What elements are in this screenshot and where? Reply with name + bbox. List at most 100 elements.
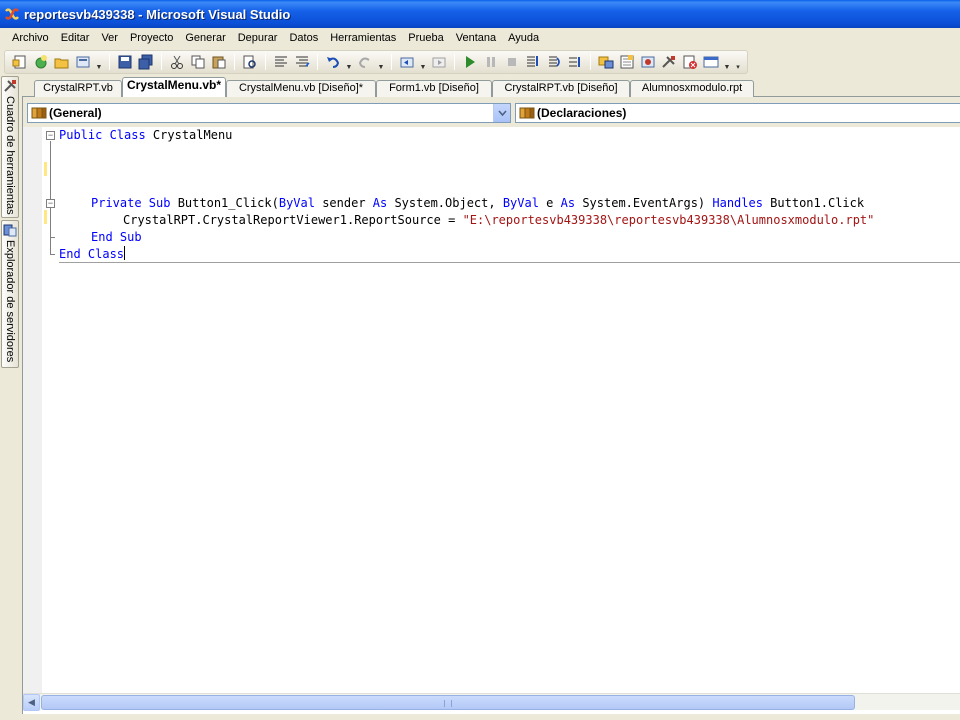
add-item-icon[interactable]	[74, 53, 92, 71]
copy-icon[interactable]	[189, 53, 207, 71]
uncomment-icon[interactable]	[293, 53, 311, 71]
scroll-left-icon[interactable]: ◀	[23, 694, 40, 711]
keyword: End Sub	[91, 230, 142, 244]
stop-debugging-icon[interactable]	[503, 53, 521, 71]
scrollbar-thumb[interactable]	[41, 695, 855, 710]
changed-line-marker	[44, 210, 47, 224]
server-explorer-side-label: Explorador de servidores	[4, 240, 16, 363]
code-text: System.EventArgs)	[575, 196, 713, 210]
code-line-7[interactable]: End Class	[59, 246, 126, 263]
outline-end	[50, 237, 55, 238]
menu-herramientas[interactable]: Herramientas	[324, 28, 402, 48]
selection-margin[interactable]	[23, 127, 42, 693]
code-text: Button1_Click(	[170, 196, 279, 210]
other-windows-icon[interactable]	[702, 53, 720, 71]
step-into-icon[interactable]	[524, 53, 542, 71]
undo-icon[interactable]	[324, 53, 342, 71]
horizontal-scrollbar[interactable]: ◀	[23, 693, 960, 711]
code-text-area[interactable]: − − Public Class CrystalMenu Private Sub…	[23, 127, 960, 693]
save-all-icon[interactable]	[137, 53, 155, 71]
navigate-forward-icon[interactable]	[430, 53, 448, 71]
class-name-value: (General)	[49, 106, 102, 120]
menu-depurar[interactable]: Depurar	[232, 28, 284, 48]
solution-explorer-icon[interactable]	[597, 53, 615, 71]
menu-archivo[interactable]: Archivo	[6, 28, 55, 48]
menu-prueba[interactable]: Prueba	[402, 28, 449, 48]
keyword: Public Class	[59, 128, 146, 142]
code-line-4[interactable]: Private Sub Button1_Click(ByVal sender A…	[91, 195, 864, 212]
tab-crystalrpt-vb-design[interactable]: CrystalRPT.vb [Diseño]	[492, 80, 630, 97]
toolbar-separator	[265, 54, 266, 70]
tab-alumnosxmodulo-rpt[interactable]: Alumnosxmodulo.rpt	[630, 80, 754, 97]
code-text: CrystalRPT.CrystalReportViewer1.ReportSo…	[123, 213, 463, 227]
redo-icon[interactable]	[356, 53, 374, 71]
navigate-backward-icon[interactable]	[398, 53, 416, 71]
find-icon[interactable]	[241, 53, 259, 71]
menu-datos[interactable]: Datos	[283, 28, 324, 48]
scrollbar-grip	[444, 700, 452, 707]
code-text: System.Object,	[387, 196, 503, 210]
toolbox-icon[interactable]	[660, 53, 678, 71]
class-name-combo[interactable]: (General)	[27, 103, 511, 123]
object-browser-icon[interactable]	[639, 53, 657, 71]
redo-dropdown-icon[interactable]: ▼	[377, 53, 385, 71]
document-tab-strip: CrystalRPT.vb CrystalMenu.vb* CrystalMen…	[22, 77, 960, 97]
menu-generar[interactable]: Generar	[179, 28, 231, 48]
code-text: CrystalMenu	[145, 128, 233, 142]
visual-studio-icon	[5, 8, 19, 20]
procedure-separator	[59, 262, 960, 263]
code-line-6[interactable]: End Sub	[91, 229, 142, 246]
pause-icon[interactable]	[482, 53, 500, 71]
toolbox-tools-icon	[4, 80, 16, 92]
chevron-down-icon[interactable]	[493, 104, 510, 122]
save-icon[interactable]	[116, 53, 134, 71]
step-out-icon[interactable]	[566, 53, 584, 71]
undo-dropdown-icon[interactable]: ▼	[345, 53, 353, 71]
comment-icon[interactable]	[272, 53, 290, 71]
outline-end	[50, 254, 55, 255]
side-panel-strip: Cuadro de herramientas Explorador de ser…	[0, 76, 20, 720]
method-name-combo[interactable]: (Declaraciones)	[515, 103, 960, 123]
tab-crystalmenu-vb-design[interactable]: CrystalMenu.vb [Diseño]*	[226, 80, 376, 97]
menu-proyecto[interactable]: Proyecto	[124, 28, 179, 48]
start-debugging-icon[interactable]	[461, 53, 479, 71]
toolbar-options-icon[interactable]: ▾	[734, 53, 742, 71]
tab-crystalmenu-vb[interactable]: CrystalMenu.vb*	[122, 77, 226, 97]
other-windows-dropdown-icon[interactable]: ▼	[723, 53, 731, 71]
collapse-class-icon[interactable]: −	[46, 131, 55, 140]
server-explorer-side-tab[interactable]: Explorador de servidores	[1, 220, 19, 368]
class-icon	[31, 107, 47, 119]
properties-window-icon[interactable]	[618, 53, 636, 71]
error-list-icon[interactable]	[681, 53, 699, 71]
tab-form1-vb-design[interactable]: Form1.vb [Diseño]	[376, 80, 492, 97]
keyword: ByVal	[502, 196, 539, 210]
menu-ver[interactable]: Ver	[95, 28, 124, 48]
code-line-5[interactable]: CrystalRPT.CrystalReportViewer1.ReportSo…	[123, 212, 874, 229]
tab-crystalrpt-vb[interactable]: CrystalRPT.vb	[34, 80, 122, 97]
string-literal: "E:\reportesvb439338\reportesvb439338\Al…	[462, 213, 875, 227]
new-project-icon[interactable]	[11, 53, 29, 71]
changed-line-marker	[44, 162, 47, 176]
text-caret	[124, 246, 126, 260]
toolbox-side-tab[interactable]: Cuadro de herramientas	[1, 76, 19, 218]
collapse-sub-icon[interactable]: −	[46, 199, 55, 208]
paste-icon[interactable]	[210, 53, 228, 71]
open-file-icon[interactable]	[53, 53, 71, 71]
add-item-dropdown-icon[interactable]: ▼	[95, 53, 103, 71]
keyword: Private Sub	[91, 196, 171, 210]
toolbar-separator	[109, 54, 110, 70]
navigate-dropdown-icon[interactable]: ▼	[419, 53, 427, 71]
title-bar: reportesvb439338 - Microsoft Visual Stud…	[0, 0, 960, 28]
menu-editar[interactable]: Editar	[55, 28, 96, 48]
menu-ventana[interactable]: Ventana	[450, 28, 502, 48]
cut-icon[interactable]	[168, 53, 186, 71]
step-over-icon[interactable]	[545, 53, 563, 71]
menu-ayuda[interactable]: Ayuda	[502, 28, 545, 48]
add-new-item-icon[interactable]	[32, 53, 50, 71]
code-text: Button1.Click	[762, 196, 865, 210]
method-name-value: (Declaraciones)	[537, 106, 627, 120]
toolbar-separator	[590, 54, 591, 70]
menu-bar: Archivo Editar Ver Proyecto Generar Depu…	[0, 28, 960, 48]
code-line-1[interactable]: Public Class CrystalMenu	[59, 127, 232, 144]
code-editor: (General) (Declaraciones) − − Public Cla…	[22, 97, 960, 714]
